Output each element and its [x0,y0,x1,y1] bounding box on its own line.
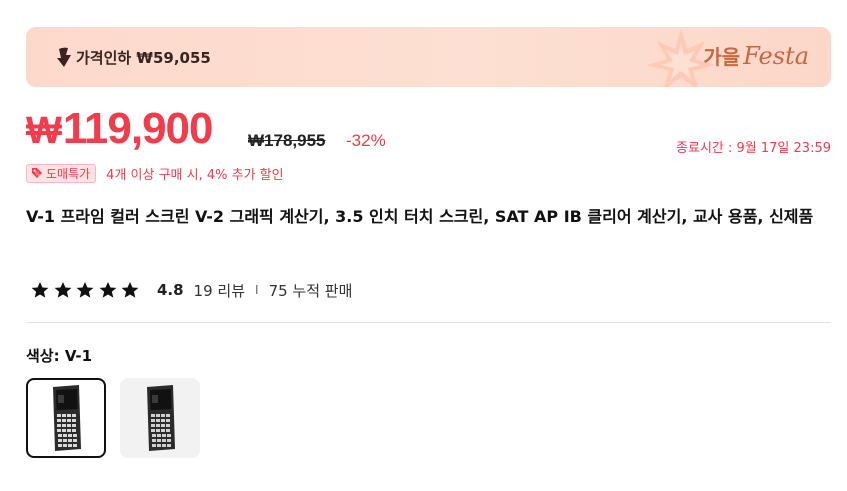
separator: I [255,283,259,297]
product-title: V-1 프라임 컬러 스크린 V-2 그래픽 계산기, 3.5 인치 터치 스크… [26,207,814,226]
original-price: ₩178,955 [248,131,326,150]
price-drop-text: 가격인하 ₩59,055 [76,49,211,67]
calculator-image [53,385,81,451]
wholesale-row: % 도매특가 4개 이상 구매 시, 4% 추가 할인 [26,163,284,183]
price-drop-icon [57,47,71,67]
review-count-link[interactable]: 19 리뷰 [194,280,245,301]
wholesale-badge-label: 도매특가 [46,166,91,181]
star-rating [30,281,143,299]
wholesale-discount-text: 4개 이상 구매 시, 4% 추가 할인 [106,167,284,183]
current-price: ₩119,900 [26,104,213,154]
autumn-festa-logo: 가을 Festa [703,41,809,70]
star-icon [99,281,117,298]
star-icon [54,281,72,298]
star-icon [76,281,94,298]
sale-end-time: 종료시간 : 9월 17일 23:59 [676,141,831,156]
discount-percent: -32% [346,131,386,150]
price-row: ₩119,900 ₩178,955 -32% 종료시간 : 9월 17일 23:… [26,104,831,160]
wholesale-badge: % 도매특가 [26,163,97,183]
rating-row: 4.8 19 리뷰 I 75 누적 판매 [30,278,352,302]
color-option-label: 색상: V-1 [26,347,93,365]
promo-banner: 가격인하 ₩59,055 가을 Festa [26,27,831,87]
svg-text:%: % [35,171,40,177]
current-price-value: 119,900 [62,104,214,153]
currency-symbol: ₩ [26,110,62,152]
rating-value: 4.8 [156,281,184,299]
calculator-image [147,385,175,451]
section-divider [26,322,831,323]
variant-thumbnail-v1[interactable] [26,378,106,458]
sales-count: 75 누적 판매 [268,281,353,300]
star-icon [121,281,139,298]
festa-logo-korean: 가을 [703,45,741,69]
tag-icon: % [32,168,42,178]
variant-thumbnail-v2[interactable] [120,378,200,458]
star-icon [31,281,49,298]
festa-logo-english: Festa [743,42,809,70]
